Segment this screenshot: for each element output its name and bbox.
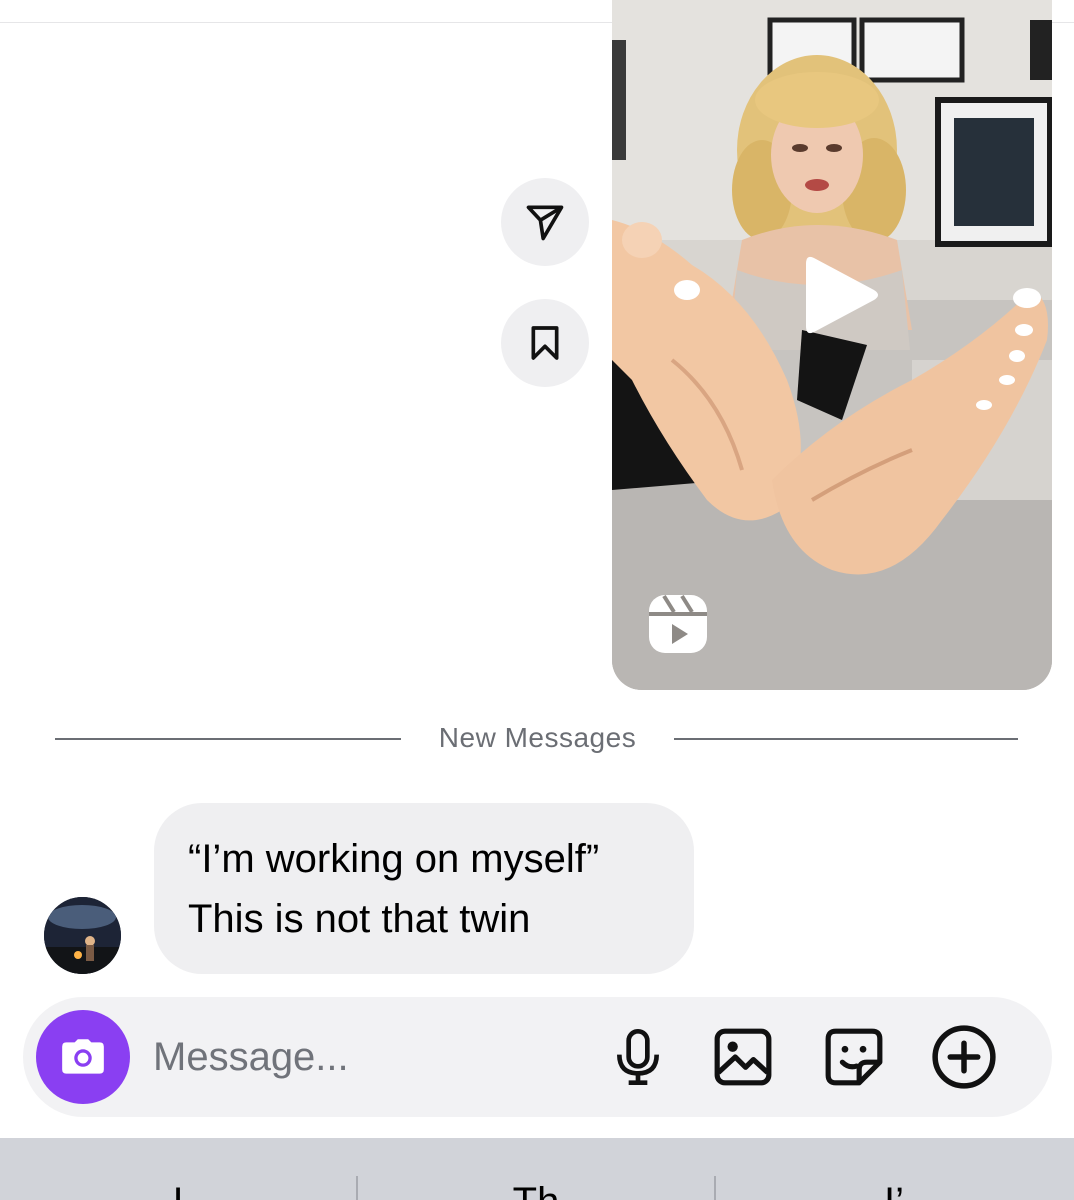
bookmark-icon [531, 326, 559, 360]
message-composer [23, 997, 1052, 1117]
message-line-1: “I’m working on myself” [188, 837, 600, 881]
keyboard-suggestion-2[interactable]: Th [386, 1182, 686, 1200]
microphone-icon [617, 1029, 659, 1085]
separator-line-right [674, 738, 1018, 740]
separator-line-left [55, 738, 401, 740]
sticker-button[interactable] [819, 1022, 889, 1092]
reel-thumbnail [612, 0, 1052, 690]
suggestion-divider [714, 1176, 716, 1200]
play-icon[interactable] [802, 252, 882, 338]
gallery-icon [714, 1028, 772, 1086]
keyboard-suggestion-1[interactable]: I [28, 1182, 328, 1200]
share-reel-button[interactable] [501, 178, 589, 266]
camera-button[interactable] [36, 1010, 130, 1104]
incoming-message-bubble[interactable]: “I’m working on myself” This is not that… [154, 803, 694, 974]
separator-label: New Messages [438, 722, 637, 753]
dm-thread-screen: New Messages “I’m working on myself” Thi… [0, 0, 1074, 1200]
voice-message-button[interactable] [603, 1022, 673, 1092]
avatar-image [44, 897, 121, 974]
keyboard-suggestion-bar: I Th I’ [0, 1138, 1074, 1200]
sticker-icon [825, 1028, 883, 1086]
keyboard-suggestion-3[interactable]: I’ [744, 1182, 1044, 1200]
camera-icon [62, 1039, 104, 1074]
shared-reel-card[interactable] [612, 0, 1052, 690]
more-options-button[interactable] [929, 1022, 999, 1092]
sender-avatar[interactable] [44, 897, 121, 974]
paper-plane-icon [526, 205, 564, 241]
suggestion-divider [356, 1176, 358, 1200]
save-reel-button[interactable] [501, 299, 589, 387]
message-input[interactable] [153, 1027, 593, 1087]
reels-icon [649, 594, 707, 653]
plus-circle-icon [932, 1025, 996, 1089]
new-messages-separator: New Messages [55, 718, 1018, 758]
gallery-button[interactable] [708, 1022, 778, 1092]
message-line-2: This is not that twin [188, 897, 531, 941]
